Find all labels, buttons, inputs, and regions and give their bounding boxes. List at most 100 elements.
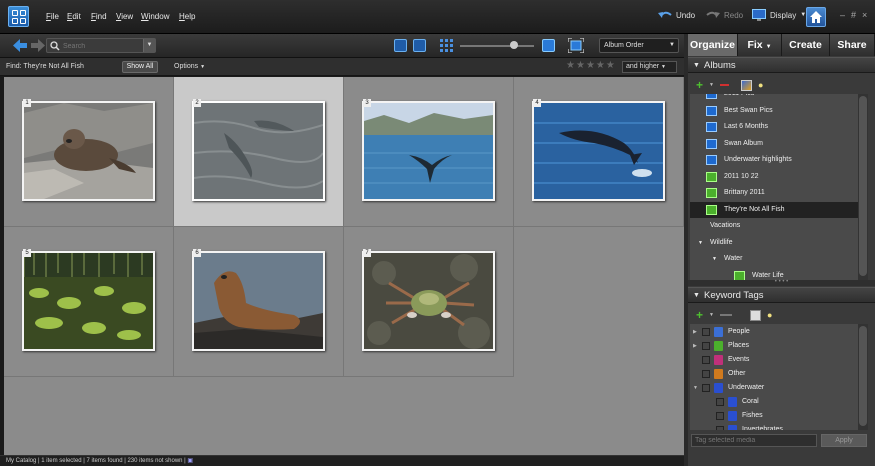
- photo-thumbnail-dolphin-jumping[interactable]: [532, 101, 665, 201]
- albums-panel-header[interactable]: ▼ Albums: [688, 57, 875, 73]
- catalog-name[interactable]: My Catalog: [6, 458, 36, 464]
- album-item[interactable]: ▼ Wildlife: [690, 235, 858, 251]
- keywords-panel-header[interactable]: ▼ Keyword Tags: [688, 287, 875, 303]
- add-keyword-icon[interactable]: +: [696, 308, 703, 322]
- star-icon[interactable]: ★: [586, 61, 595, 71]
- apply-button[interactable]: Apply: [821, 434, 867, 447]
- edit-keyword-icon[interactable]: [749, 309, 761, 321]
- photo-cell[interactable]: 6: [174, 227, 344, 377]
- keyword-item[interactable]: ▶ Places: [690, 339, 858, 353]
- search-input[interactable]: [63, 40, 133, 52]
- photo-cell[interactable]: 7: [344, 227, 514, 377]
- album-item[interactable]: Vacations: [690, 218, 858, 234]
- keyword-checkbox[interactable]: [716, 398, 724, 406]
- keyword-checkbox[interactable]: [702, 384, 710, 392]
- star-icon[interactable]: ★: [606, 61, 615, 71]
- menu-file[interactable]: File: [46, 12, 59, 21]
- chevron-down-icon[interactable]: ▼: [709, 82, 714, 88]
- photo-cell-selected[interactable]: 2: [174, 77, 344, 227]
- lightbulb-icon[interactable]: ●: [758, 80, 763, 90]
- photo-thumbnail-pond[interactable]: [22, 251, 155, 351]
- expand-triangle-icon[interactable]: ▶: [693, 339, 697, 353]
- home-button[interactable]: [806, 7, 826, 27]
- photo-thumbnail-whale-tail[interactable]: [362, 101, 495, 201]
- chevron-down-icon[interactable]: ▼: [143, 39, 155, 52]
- album-item[interactable]: Water Life: [690, 268, 858, 280]
- zoom-slider-handle[interactable]: [510, 41, 518, 49]
- photo-thumbnail-crab[interactable]: [362, 251, 495, 351]
- keyword-item[interactable]: Invertebrates: [690, 423, 858, 430]
- photo-thumbnail-dolphins[interactable]: [192, 101, 325, 201]
- album-item[interactable]: Brittany 2011: [690, 185, 858, 201]
- star-icon[interactable]: ★: [576, 61, 585, 71]
- display-menu[interactable]: Display ▼: [752, 9, 806, 21]
- keywords-scrollbar[interactable]: [858, 324, 868, 430]
- album-item[interactable]: Swan Album: [690, 136, 858, 152]
- photo-cell[interactable]: 1: [4, 77, 174, 227]
- small-thumbnails-icon[interactable]: [440, 39, 453, 52]
- minimize-button[interactable]: –: [840, 10, 845, 20]
- zoom-slider-track[interactable]: [460, 45, 534, 47]
- album-item[interactable]: 2011 Pics: [690, 94, 858, 102]
- delete-keyword-icon[interactable]: [719, 314, 732, 316]
- large-thumbnail-icon[interactable]: [542, 39, 555, 52]
- photo-cell[interactable]: 3: [344, 77, 514, 227]
- lightbulb-icon[interactable]: ●: [767, 310, 772, 320]
- scrollbar-thumb[interactable]: [859, 96, 867, 276]
- photo-thumbnail-sea-lion[interactable]: [192, 251, 325, 351]
- album-item[interactable]: 2011 10 22: [690, 169, 858, 185]
- album-item[interactable]: Underwater highlights: [690, 152, 858, 168]
- tab-create[interactable]: Create: [782, 34, 830, 56]
- menu-edit[interactable]: Edit: [67, 12, 81, 21]
- tab-fix[interactable]: Fix ▼: [738, 34, 782, 56]
- keyword-checkbox[interactable]: [702, 356, 710, 364]
- photo-cell[interactable]: 5: [4, 227, 174, 377]
- albums-scrollbar[interactable]: [858, 94, 868, 280]
- show-all-button[interactable]: Show All: [122, 61, 158, 73]
- redo-button[interactable]: Redo: [706, 10, 743, 20]
- tab-organize[interactable]: Organize: [688, 34, 738, 56]
- keyword-item[interactable]: ▼ Underwater: [690, 381, 858, 395]
- tag-selected-media-input[interactable]: [691, 434, 817, 447]
- menu-help[interactable]: Help: [179, 12, 195, 21]
- chevron-down-icon[interactable]: ▼: [709, 312, 714, 318]
- album-item-selected[interactable]: They're Not All Fish: [690, 201, 858, 218]
- expand-triangle-icon[interactable]: ▼: [712, 251, 717, 267]
- rotate-right-icon[interactable]: [413, 39, 426, 52]
- star-icon[interactable]: ★: [566, 61, 575, 71]
- keyword-item[interactable]: Fishes: [690, 409, 858, 423]
- album-item[interactable]: Last 6 Months: [690, 119, 858, 135]
- menu-find[interactable]: Find: [91, 12, 107, 21]
- rating-stars[interactable]: ★ ★ ★ ★ ★: [566, 61, 615, 71]
- keyword-item[interactable]: Other: [690, 367, 858, 381]
- menu-view[interactable]: View: [116, 12, 133, 21]
- album-item[interactable]: ▼ Water: [690, 251, 858, 267]
- expand-triangle-icon[interactable]: ▶: [693, 325, 697, 339]
- rotate-left-icon[interactable]: [394, 39, 407, 52]
- sort-order-select[interactable]: Album Order ▼: [599, 38, 679, 53]
- rating-filter-select[interactable]: and higher ▼: [622, 61, 677, 73]
- keyword-item[interactable]: Events: [690, 353, 858, 367]
- full-screen-icon[interactable]: [568, 38, 584, 53]
- undo-button[interactable]: Undo: [658, 10, 695, 20]
- photo-cell[interactable]: 4: [514, 77, 684, 227]
- keyword-item[interactable]: Coral: [690, 395, 858, 409]
- delete-album-icon[interactable]: [719, 84, 729, 86]
- scrollbar-thumb[interactable]: [859, 326, 867, 426]
- keyword-checkbox[interactable]: [702, 328, 710, 336]
- tab-share[interactable]: Share: [830, 34, 875, 56]
- menu-window[interactable]: Window: [141, 12, 169, 21]
- expand-triangle-icon[interactable]: ▼: [698, 235, 703, 251]
- back-arrow-icon[interactable]: [13, 39, 27, 52]
- keyword-checkbox[interactable]: [716, 412, 724, 420]
- expand-triangle-icon[interactable]: ▼: [693, 381, 698, 395]
- options-menu[interactable]: Options ▼: [174, 63, 205, 70]
- search-box[interactable]: ▼: [46, 38, 156, 53]
- edit-album-icon[interactable]: [740, 79, 752, 91]
- maximize-button[interactable]: #: [851, 10, 856, 20]
- keyword-checkbox[interactable]: [702, 342, 710, 350]
- close-button[interactable]: ×: [862, 10, 867, 20]
- album-item[interactable]: Best Swan Pics: [690, 103, 858, 119]
- keyword-checkbox[interactable]: [716, 426, 724, 430]
- add-album-icon[interactable]: +: [696, 78, 703, 92]
